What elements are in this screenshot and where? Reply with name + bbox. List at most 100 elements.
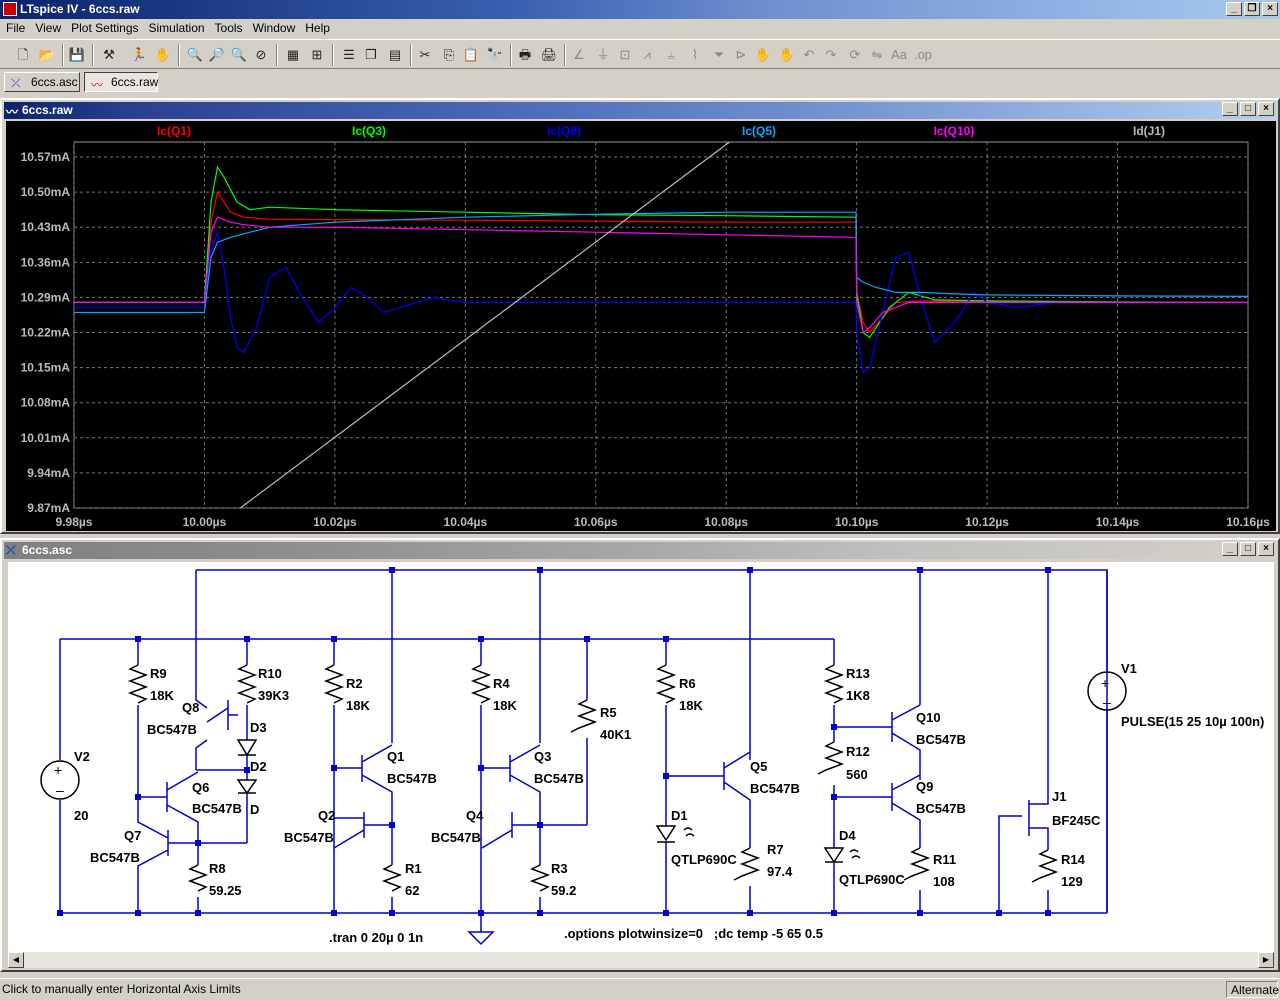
cut-icon[interactable]: ✂ bbox=[414, 44, 436, 66]
move-icon[interactable]: ✋ bbox=[752, 44, 774, 66]
x-tick-label[interactable]: 10.06µs bbox=[574, 515, 618, 529]
x-tick-label[interactable]: 10.10µs bbox=[835, 515, 879, 529]
x-tick-label[interactable]: 10.16µs bbox=[1226, 515, 1270, 529]
diode-icon[interactable]: ⏷ bbox=[708, 44, 730, 66]
tab-schematic[interactable]: ⤫ 6ccs.asc bbox=[4, 72, 80, 92]
legend-icq10[interactable]: Ic(Q10) bbox=[934, 124, 975, 138]
y-tick-label[interactable]: 10.15mA bbox=[21, 361, 71, 375]
undo-icon[interactable]: ↶ bbox=[798, 44, 820, 66]
menu-help[interactable]: Help bbox=[301, 19, 336, 38]
print-setup-icon[interactable]: 🖶 bbox=[514, 44, 536, 66]
zoom-in-icon[interactable]: 🔍 bbox=[184, 44, 206, 66]
menu-simulation[interactable]: Simulation bbox=[145, 19, 211, 38]
fit-icon[interactable]: ⊞ bbox=[306, 44, 328, 66]
y-tick-label[interactable]: 10.01mA bbox=[21, 431, 71, 445]
redo-icon[interactable]: ↷ bbox=[820, 44, 842, 66]
drag-icon[interactable]: ✋ bbox=[776, 44, 798, 66]
halt-icon[interactable]: ✋ bbox=[152, 44, 174, 66]
new-schematic-icon[interactable]: 🗋 bbox=[12, 44, 34, 66]
paste-icon[interactable]: 📋 bbox=[460, 44, 482, 66]
spice-directive-icon[interactable]: .op bbox=[912, 44, 934, 66]
waveform-close-button[interactable]: × bbox=[1258, 102, 1274, 116]
x-tick-label[interactable]: 10.12µs bbox=[965, 515, 1009, 529]
schematic-close-button[interactable]: × bbox=[1258, 542, 1274, 556]
legend-icq8[interactable]: Ic(Q8) bbox=[547, 124, 581, 138]
app-title: LTspice IV - 6ccs.raw bbox=[20, 2, 140, 16]
waveform-window-title-bar: 〰 6ccs.raw _ □ × bbox=[4, 102, 1276, 119]
waveform-chart[interactable]: Ic(Q1) Ic(Q3) Ic(Q8) Ic(Q5) Ic(Q10) Id(J1) 9.… bbox=[6, 121, 1276, 531]
x-tick-label[interactable]: 10.02µs bbox=[313, 515, 357, 529]
schematic-minimize-button[interactable]: _ bbox=[1222, 542, 1238, 556]
y-tick-label[interactable]: 10.22mA bbox=[21, 326, 71, 340]
close-button[interactable]: × bbox=[1262, 2, 1278, 16]
pan-icon[interactable]: 🔎 bbox=[206, 44, 228, 66]
scroll-right-icon[interactable]: ▶ bbox=[1258, 952, 1274, 968]
label-net-icon[interactable]: ⊡ bbox=[614, 44, 636, 66]
print-icon[interactable]: 🖨 bbox=[538, 44, 560, 66]
y-tick-label[interactable]: 9.94mA bbox=[27, 466, 70, 480]
y-tick-label[interactable]: 10.29mA bbox=[21, 290, 71, 304]
tran-directive[interactable]: .tran 0 20µ 0 1n bbox=[329, 930, 423, 945]
cascade-icon[interactable]: ❐ bbox=[360, 44, 382, 66]
zoom-out-icon[interactable]: 🔍 bbox=[228, 44, 250, 66]
legend-icq1[interactable]: Ic(Q1) bbox=[157, 124, 191, 138]
x-tick-label[interactable]: 10.14µs bbox=[1096, 515, 1140, 529]
app-title-bar: LTspice IV - 6ccs.raw _ ❐ × bbox=[0, 0, 1280, 19]
waveform-plot[interactable]: Ic(Q1) Ic(Q3) Ic(Q8) Ic(Q5) Ic(Q10) Id(J1) 9.… bbox=[6, 121, 1276, 531]
tile-vertical-icon[interactable]: ▤ bbox=[384, 44, 406, 66]
y-tick-label[interactable]: 10.43mA bbox=[21, 220, 71, 234]
tile-horizontal-icon[interactable]: ☰ bbox=[338, 44, 360, 66]
r3-name: R3 bbox=[551, 861, 568, 876]
text-icon[interactable]: Aa bbox=[888, 44, 910, 66]
restore-button[interactable]: ❐ bbox=[1244, 2, 1260, 16]
series-line-icq10[interactable] bbox=[74, 216, 1248, 334]
legend-icq5[interactable]: Ic(Q5) bbox=[742, 124, 776, 138]
scroll-left-icon[interactable]: ◀ bbox=[8, 952, 24, 968]
x-tick-label[interactable]: 9.98µs bbox=[56, 515, 93, 529]
x-tick-label[interactable]: 10.04µs bbox=[444, 515, 488, 529]
zoom-cancel-icon[interactable]: ⊘ bbox=[250, 44, 272, 66]
save-icon[interactable]: 💾 bbox=[66, 44, 88, 66]
wire-icon[interactable]: ∠ bbox=[568, 44, 590, 66]
schematic-maximize-button[interactable]: □ bbox=[1240, 542, 1256, 556]
run-icon[interactable]: 🏃 bbox=[128, 44, 150, 66]
minimize-button[interactable]: _ bbox=[1226, 2, 1242, 16]
control-panel-icon[interactable]: ⚒ bbox=[98, 44, 120, 66]
capacitor-icon[interactable]: ⫨ bbox=[660, 44, 682, 66]
y-tick-label[interactable]: 9.87mA bbox=[27, 501, 70, 515]
schematic-canvas[interactable]: + – + – R9 18K R10 39K3 Q8 BC547B D3 D2 … bbox=[8, 562, 1274, 952]
autorange-icon[interactable]: ▦ bbox=[282, 44, 304, 66]
menu-tools[interactable]: Tools bbox=[211, 19, 249, 38]
tab-waveform[interactable]: 〰 6ccs.raw bbox=[84, 72, 158, 92]
series-line-idj1[interactable] bbox=[239, 142, 730, 508]
x-tick-label[interactable]: 10.00µs bbox=[183, 515, 227, 529]
waveform-window-title: 6ccs.raw bbox=[22, 103, 73, 117]
menu-view[interactable]: View bbox=[31, 19, 67, 38]
horizontal-scrollbar[interactable]: ◀ ▶ bbox=[8, 952, 1274, 968]
y-tick-label[interactable]: 10.57mA bbox=[21, 150, 71, 164]
inductor-icon[interactable]: ⌇ bbox=[684, 44, 706, 66]
copy-icon[interactable]: ⎘ bbox=[438, 44, 460, 66]
legend-icq3[interactable]: Ic(Q3) bbox=[352, 124, 386, 138]
r7-value: 97.4 bbox=[767, 864, 793, 879]
rotate-icon[interactable]: ⟳ bbox=[844, 44, 866, 66]
y-tick-label[interactable]: 10.36mA bbox=[21, 255, 71, 269]
y-tick-label[interactable]: 10.08mA bbox=[21, 396, 71, 410]
menu-window[interactable]: Window bbox=[249, 19, 302, 38]
r11-value: 108 bbox=[933, 874, 955, 889]
component-icon[interactable]: ⊳ bbox=[730, 44, 752, 66]
options-directive[interactable]: .options plotwinsize=0 ;dc temp -5 65 0.… bbox=[564, 926, 823, 941]
mirror-icon[interactable]: ⇋ bbox=[866, 44, 888, 66]
waveform-minimize-button[interactable]: _ bbox=[1222, 102, 1238, 116]
menu-file[interactable]: File bbox=[2, 19, 31, 38]
open-icon[interactable]: 📂 bbox=[36, 44, 58, 66]
resistor-icon[interactable]: ⩘ bbox=[636, 44, 658, 66]
schematic-drawing[interactable]: + – + – R9 18K R10 39K3 Q8 BC547B D3 D2 … bbox=[8, 562, 1274, 952]
find-icon[interactable]: 🔭 bbox=[484, 44, 506, 66]
x-tick-label[interactable]: 10.08µs bbox=[704, 515, 748, 529]
legend-idj1[interactable]: Id(J1) bbox=[1133, 124, 1165, 138]
menu-plot-settings[interactable]: Plot Settings bbox=[67, 19, 144, 38]
ground-icon[interactable]: ⏚ bbox=[592, 44, 614, 66]
waveform-maximize-button[interactable]: □ bbox=[1240, 102, 1256, 116]
y-tick-label[interactable]: 10.50mA bbox=[21, 185, 71, 199]
